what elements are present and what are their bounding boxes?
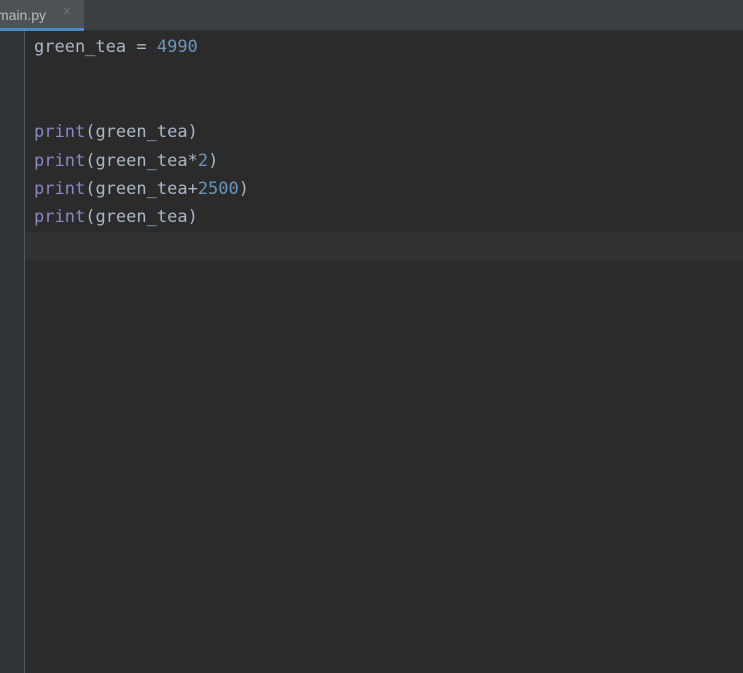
line-gutter <box>0 31 25 673</box>
identifier: green_tea <box>95 207 188 227</box>
paren-open: ( <box>85 122 96 142</box>
close-icon[interactable]: × <box>62 4 72 18</box>
operator: = <box>126 37 157 57</box>
tab-main-py[interactable]: main.py × <box>0 0 84 31</box>
paren-close: ) <box>238 179 250 199</box>
code-line-7: print(green_tea) <box>34 203 198 231</box>
identifier: green_tea <box>95 179 188 199</box>
code-line-4: print(green_tea) <box>34 118 198 146</box>
number-literal: 2 <box>197 151 209 171</box>
paren-open: ( <box>85 207 96 227</box>
identifier: green_tea <box>95 122 188 142</box>
code-editor[interactable]: green_tea = 4990 print(green_tea) print(… <box>25 31 743 673</box>
editor-tab-bar: main.py × <box>0 0 743 31</box>
builtin-function: print <box>34 122 86 142</box>
paren-open: ( <box>85 151 96 171</box>
code-line-5: print(green_tea*2) <box>34 147 218 175</box>
builtin-function: print <box>34 179 86 199</box>
ide-window: main.py × green_tea = 4990 print(green_t… <box>0 0 743 673</box>
paren-open: ( <box>85 179 96 199</box>
number-literal: 4990 <box>156 37 198 57</box>
identifier: green_tea <box>95 151 188 171</box>
operator: * <box>187 151 198 171</box>
tab-filename: main.py <box>0 7 47 23</box>
builtin-function: print <box>34 151 86 171</box>
paren-close: ) <box>187 122 198 142</box>
identifier: green_tea <box>34 37 127 57</box>
paren-close: ) <box>187 207 198 227</box>
code-line-1: green_tea = 4990 <box>34 33 198 61</box>
current-line-highlight <box>25 232 743 260</box>
paren-close: ) <box>208 151 219 171</box>
number-literal: 2500 <box>197 179 239 199</box>
code-line-6: print(green_tea+2500) <box>34 175 249 203</box>
builtin-function: print <box>34 207 86 227</box>
operator: + <box>187 179 198 199</box>
